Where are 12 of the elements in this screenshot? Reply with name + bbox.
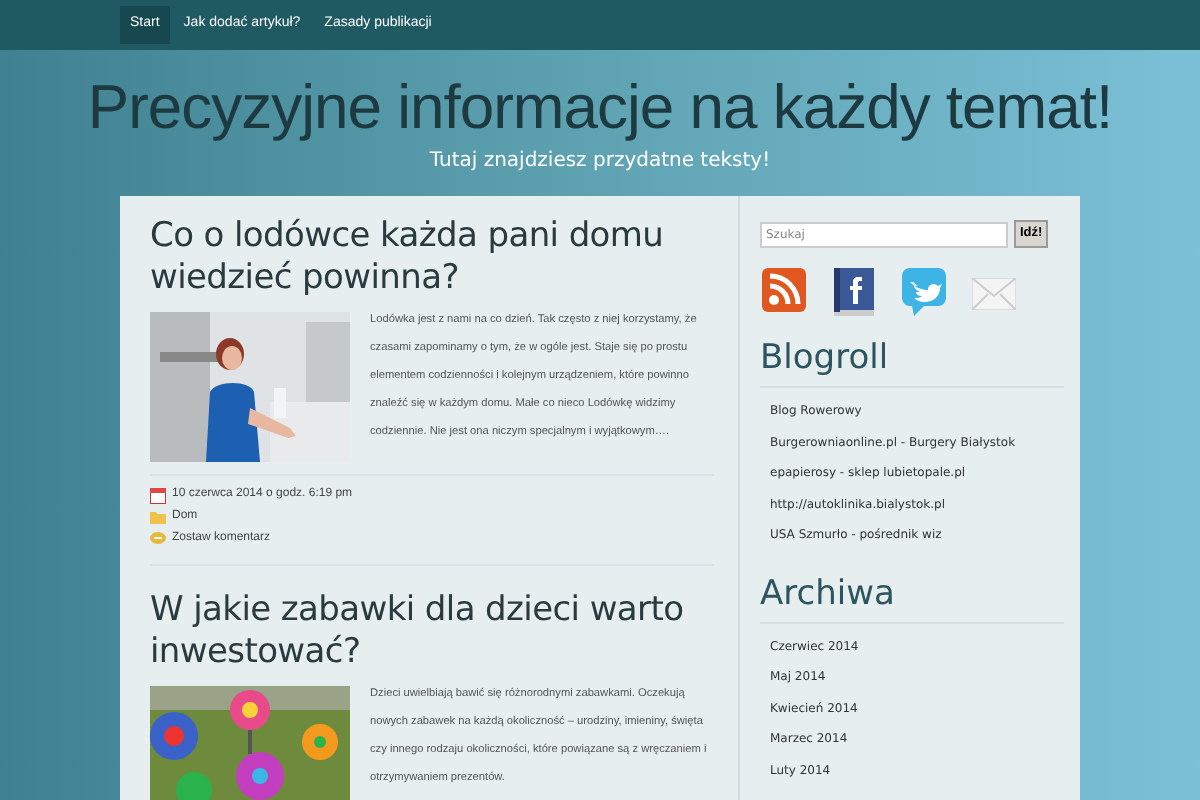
bird-icon[interactable] <box>902 268 946 316</box>
widget-title: Blogroll <box>760 336 1064 388</box>
post-title[interactable]: W jakie zabawki dla dzieci warto inwestować? <box>150 590 714 674</box>
rss-icon[interactable] <box>762 268 806 312</box>
post-title[interactable]: Co o lodówce każda pani domu wiedzieć powinna? <box>150 216 714 300</box>
folder-icon <box>150 510 166 524</box>
calendar-icon <box>150 487 166 503</box>
site-title[interactable]: Precyzyjne informacje na każdy temat! <box>87 70 1113 146</box>
site-tagline: Tutaj znajdziesz przydatne teksty! <box>429 148 771 176</box>
facebook-icon[interactable] <box>832 268 876 316</box>
widget-title: Archiwa <box>760 571 1064 623</box>
speech-bubble-icon <box>150 532 166 546</box>
